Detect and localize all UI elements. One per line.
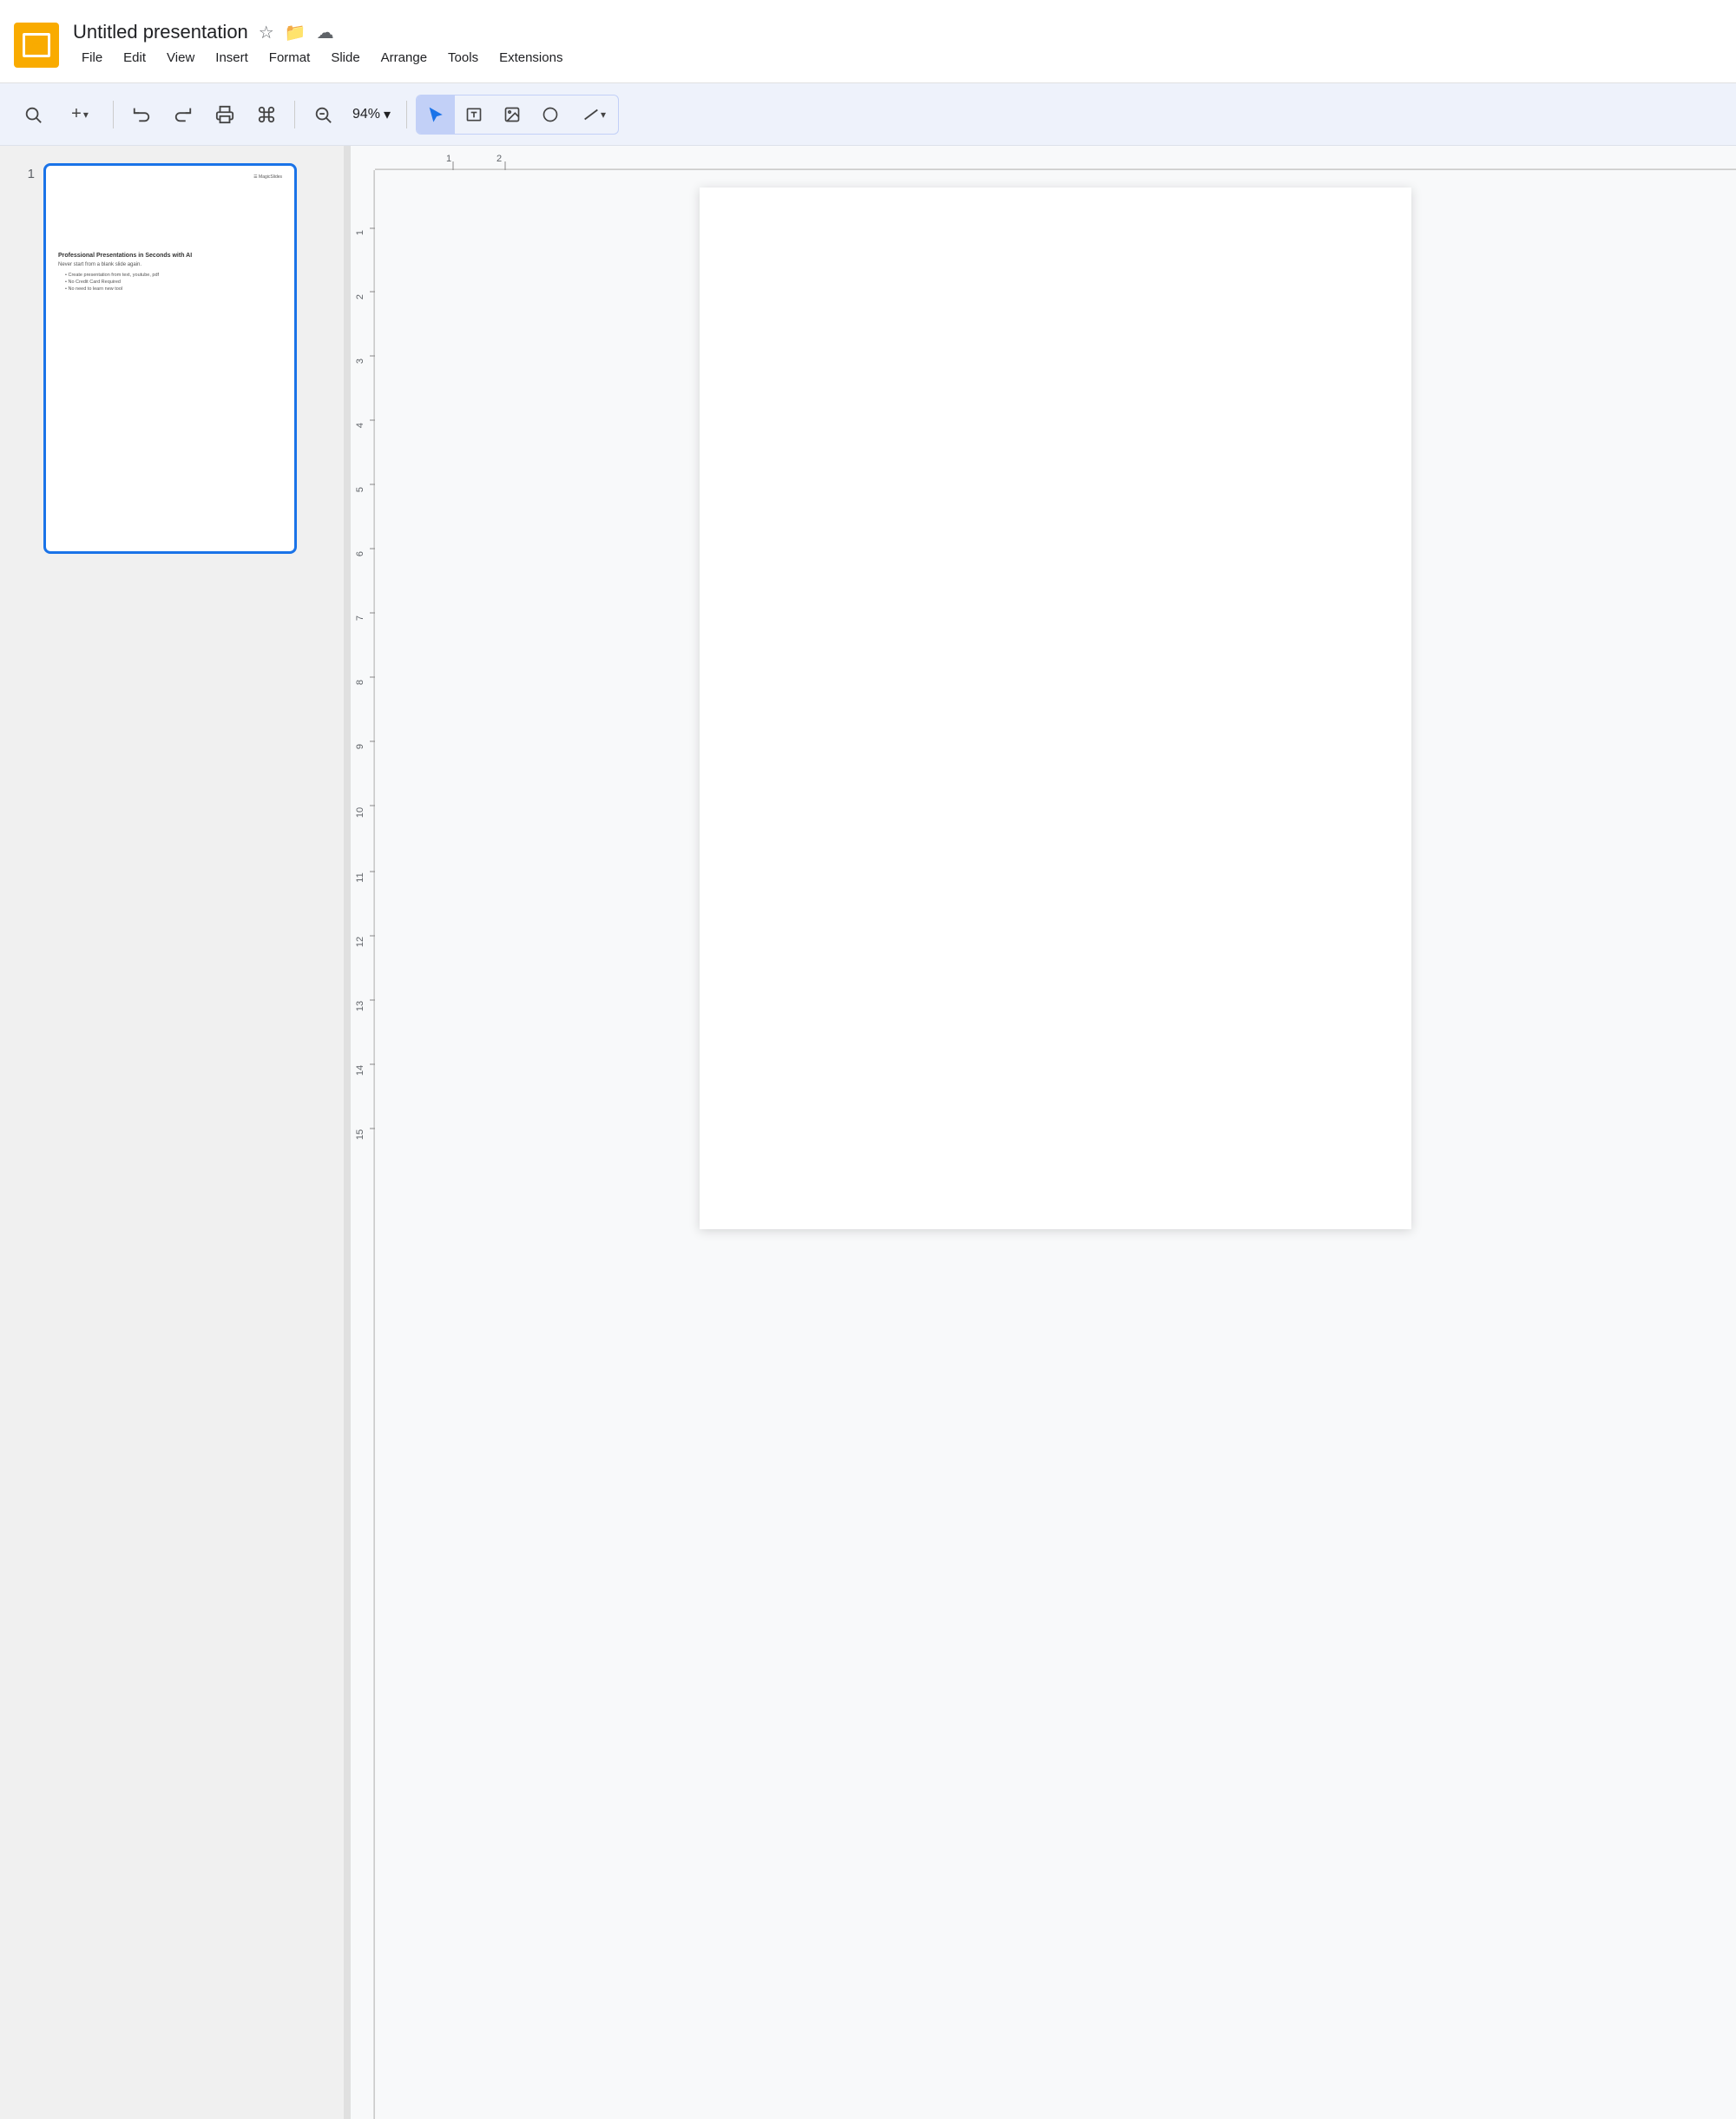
- slide-number-1: 1: [14, 167, 35, 181]
- zoom-out-icon[interactable]: [304, 95, 342, 134]
- image-tool-button[interactable]: [493, 95, 531, 134]
- title-section: Untitled presentation ☆ 📁 ☁ File Edit Vi…: [73, 21, 1722, 69]
- svg-text:6: 6: [355, 551, 365, 556]
- select-tool-button[interactable]: [417, 95, 455, 134]
- slide-thumb-bullet-3: • No need to learn new tool: [65, 286, 282, 292]
- zoom-control[interactable]: 94% ▾: [345, 102, 398, 127]
- print-button[interactable]: [206, 95, 244, 134]
- presentation-title[interactable]: Untitled presentation: [73, 21, 248, 43]
- slide-thumb-logo: ☰ MagicSlides: [253, 174, 282, 180]
- menu-extensions[interactable]: Extensions: [490, 47, 571, 69]
- paint-format-button[interactable]: [247, 95, 286, 134]
- svg-text:10: 10: [355, 807, 365, 818]
- ruler-left: 1 2 3 4 5 6 7 8 9 10 11: [351, 146, 375, 2119]
- svg-text:14: 14: [355, 1065, 365, 1076]
- add-dropdown-icon: ▾: [83, 109, 89, 121]
- slide-thumb-title: Professional Presentations in Seconds wi…: [58, 253, 282, 259]
- svg-text:12: 12: [355, 937, 365, 947]
- menu-slide[interactable]: Slide: [322, 47, 368, 69]
- svg-text:2: 2: [496, 154, 502, 164]
- slide-thumbnail-1[interactable]: ☰ MagicSlides Professional Presentations…: [43, 163, 297, 554]
- line-dropdown-icon: ▾: [601, 109, 606, 121]
- svg-text:7: 7: [355, 615, 365, 621]
- folder-icon[interactable]: 📁: [285, 22, 306, 43]
- panel-separator[interactable]: [344, 146, 351, 2119]
- slide-canvas[interactable]: [375, 170, 1736, 2119]
- menu-bar: File Edit View Insert Format Slide Arran…: [73, 47, 1722, 69]
- add-button[interactable]: + ▾: [56, 95, 104, 134]
- svg-text:1: 1: [355, 230, 365, 235]
- canvas-area: 1 2 1 2 3 4 5: [351, 146, 1736, 2119]
- slide-thumb-bullet-2: • No Credit Card Required: [65, 280, 282, 285]
- slide-thumb-body: Professional Presentations in Seconds wi…: [58, 253, 282, 293]
- svg-text:4: 4: [355, 423, 365, 428]
- line-tool-button[interactable]: ▾: [569, 95, 618, 134]
- menu-edit[interactable]: Edit: [115, 47, 155, 69]
- tool-group: ▾: [416, 95, 619, 135]
- search-button[interactable]: [14, 95, 52, 134]
- shape-tool-button[interactable]: [531, 95, 569, 134]
- svg-text:11: 11: [355, 872, 365, 882]
- svg-text:1: 1: [446, 154, 451, 164]
- divider-2: [294, 101, 295, 128]
- slide-thumb-bullet-1: • Create presentation from text, youtube…: [65, 273, 282, 278]
- app-logo: ▭: [14, 23, 59, 68]
- ruler-left-svg: 1 2 3 4 5 6 7 8 9 10 11: [351, 146, 375, 2119]
- menu-format[interactable]: Format: [260, 47, 319, 69]
- divider-1: [113, 101, 114, 128]
- svg-text:15: 15: [355, 1129, 365, 1140]
- ruler-top-svg: 1 2: [351, 146, 1736, 170]
- title-bar: ▭ Untitled presentation ☆ 📁 ☁ File Edit …: [0, 0, 1736, 83]
- undo-button[interactable]: [122, 95, 161, 134]
- svg-text:8: 8: [355, 680, 365, 685]
- menu-insert[interactable]: Insert: [207, 47, 257, 69]
- slide-page: [700, 188, 1411, 1229]
- svg-text:13: 13: [355, 1001, 365, 1011]
- star-icon[interactable]: ☆: [259, 22, 274, 43]
- menu-view[interactable]: View: [158, 47, 203, 69]
- menu-tools[interactable]: Tools: [439, 47, 487, 69]
- svg-text:5: 5: [355, 487, 365, 492]
- svg-text:3: 3: [355, 359, 365, 364]
- main-layout: 1 ☰ MagicSlides Professional Presentatio…: [0, 146, 1736, 2119]
- cloud-icon[interactable]: ☁: [317, 22, 334, 43]
- zoom-value: 94%: [352, 107, 380, 122]
- text-tool-button[interactable]: [455, 95, 493, 134]
- app-logo-inner: ▭: [23, 33, 50, 57]
- svg-text:2: 2: [355, 294, 365, 299]
- add-icon: +: [71, 104, 82, 124]
- toolbar: + ▾ 94% ▾: [0, 83, 1736, 146]
- ruler-top: 1 2: [351, 146, 1736, 170]
- slide-item-1: 1 ☰ MagicSlides Professional Presentatio…: [14, 163, 330, 554]
- zoom-dropdown-icon: ▾: [384, 106, 391, 123]
- menu-file[interactable]: File: [73, 47, 111, 69]
- svg-text:9: 9: [355, 744, 365, 749]
- redo-button[interactable]: [164, 95, 202, 134]
- slides-panel: 1 ☰ MagicSlides Professional Presentatio…: [0, 146, 344, 2119]
- title-row: Untitled presentation ☆ 📁 ☁: [73, 21, 1722, 43]
- divider-3: [406, 101, 407, 128]
- menu-arrange[interactable]: Arrange: [372, 47, 436, 69]
- slide-thumb-subtitle: Never start from a blank slide again.: [58, 262, 282, 267]
